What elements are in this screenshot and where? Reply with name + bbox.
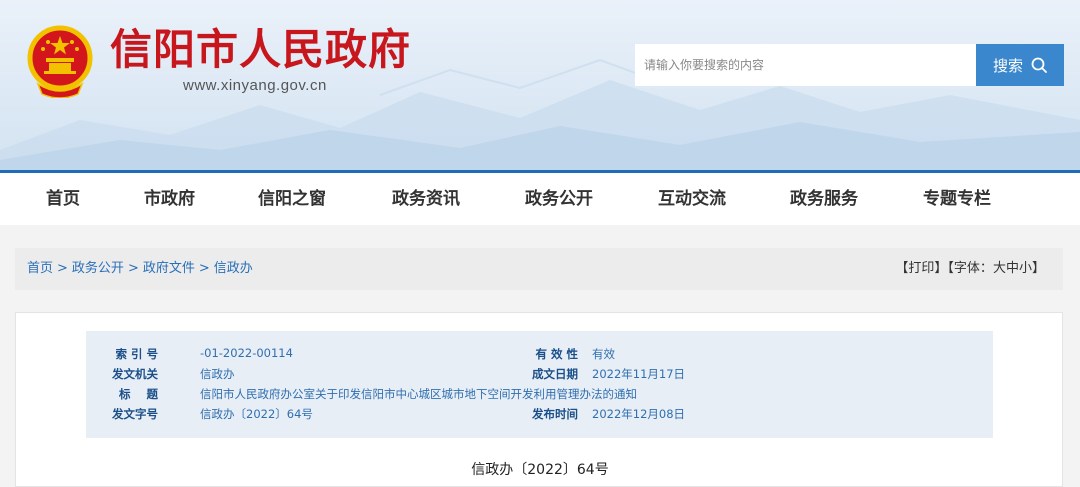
breadcrumb-government-documents[interactable]: 政府文件 bbox=[143, 261, 195, 276]
meta-row: 标 题 信阳市人民政府办公室关于印发信阳市中心城区城市地下空间开发利用管理办法的… bbox=[86, 386, 993, 406]
title-label: 标 题 bbox=[118, 387, 158, 401]
breadcrumb-separator: > bbox=[198, 261, 210, 276]
search-button-label: 搜索 bbox=[992, 56, 1023, 75]
validity-label: 有 效 性 bbox=[535, 347, 578, 361]
meta-row: 发文字号 信政办〔2022〕64号 发布时间 2022年12月08日 bbox=[86, 406, 993, 426]
breadcrumb-xinzhengban[interactable]: 信政办 bbox=[214, 261, 253, 276]
site-domain: www.xinyang.gov.cn bbox=[183, 77, 327, 94]
font-size-suffix: 】 bbox=[1031, 261, 1045, 276]
nav-item-city-government[interactable]: 市政府 bbox=[144, 173, 195, 225]
font-size-medium[interactable]: 中 bbox=[1006, 261, 1019, 276]
meta-row: 发文机关 信政办 成文日期 2022年11月17日 bbox=[86, 366, 993, 386]
nav-item-government-services[interactable]: 政务服务 bbox=[790, 173, 858, 225]
site-title: 信阳市人民政府 bbox=[110, 25, 412, 74]
nav-item-interaction[interactable]: 互动交流 bbox=[658, 173, 726, 225]
docno-value: 信政办〔2022〕64号 bbox=[200, 407, 313, 421]
issuer-value: 信政办 bbox=[200, 367, 235, 381]
page-tools: 【打印】【字体：大中小】 bbox=[895, 248, 1045, 290]
site-header: 信阳市人民政府 www.xinyang.gov.cn 搜索 bbox=[0, 0, 1080, 170]
nav-item-xinyang-window[interactable]: 信阳之窗 bbox=[258, 173, 326, 225]
font-size-small[interactable]: 小 bbox=[1019, 261, 1032, 276]
breadcrumb-bar: 首页 > 政务公开 > 政府文件 > 信政办 【打印】【字体：大中小】 bbox=[15, 248, 1063, 290]
breadcrumb-government-affairs-disclosure[interactable]: 政务公开 bbox=[72, 261, 124, 276]
issuer-label: 发文机关 bbox=[112, 367, 158, 381]
breadcrumb-separator: > bbox=[57, 261, 68, 276]
nav-item-special-topics[interactable]: 专题专栏 bbox=[923, 173, 991, 225]
article-panel: 索 引 号 -01-2022-00114 有 效 性 有效 发文机关 信政办 成… bbox=[15, 312, 1063, 487]
nav-item-government-affairs-disclosure[interactable]: 政务公开 bbox=[525, 173, 593, 225]
font-size-prefix: 【字体： bbox=[947, 261, 993, 276]
search-button[interactable]: 搜索 bbox=[976, 44, 1064, 86]
breadcrumb-separator: > bbox=[127, 261, 139, 276]
print-button[interactable]: 【打印】 bbox=[895, 261, 947, 276]
search-input[interactable] bbox=[635, 44, 976, 86]
index-label: 索 引 号 bbox=[115, 347, 158, 361]
docno-label: 发文字号 bbox=[112, 407, 158, 421]
breadcrumb-home[interactable]: 首页 bbox=[27, 261, 53, 276]
document-number: 信政办〔2022〕64号 bbox=[471, 462, 609, 478]
meta-row: 索 引 号 -01-2022-00114 有 效 性 有效 bbox=[86, 346, 993, 366]
document-metadata: 索 引 号 -01-2022-00114 有 效 性 有效 发文机关 信政办 成… bbox=[86, 331, 993, 438]
date-value: 2022年11月17日 bbox=[592, 367, 686, 381]
index-value: -01-2022-00114 bbox=[200, 346, 293, 360]
date-label: 成文日期 bbox=[532, 367, 578, 381]
font-size-large[interactable]: 大 bbox=[993, 261, 1006, 276]
breadcrumb: 首页 > 政务公开 > 政府文件 > 信政办 bbox=[27, 248, 253, 290]
validity-value: 有效 bbox=[592, 347, 615, 361]
publish-label: 发布时间 bbox=[532, 407, 578, 421]
title-value: 信阳市人民政府办公室关于印发信阳市中心城区城市地下空间开发利用管理办法的通知 bbox=[200, 387, 637, 401]
main-nav: 首页 市政府 信阳之窗 政务资讯 政务公开 互动交流 政务服务 专题专栏 bbox=[0, 170, 1080, 225]
national-emblem-icon bbox=[27, 25, 93, 98]
nav-item-government-news[interactable]: 政务资讯 bbox=[392, 173, 460, 225]
nav-item-home[interactable]: 首页 bbox=[46, 173, 80, 225]
search-icon bbox=[1031, 57, 1047, 73]
publish-value: 2022年12月08日 bbox=[592, 407, 686, 421]
